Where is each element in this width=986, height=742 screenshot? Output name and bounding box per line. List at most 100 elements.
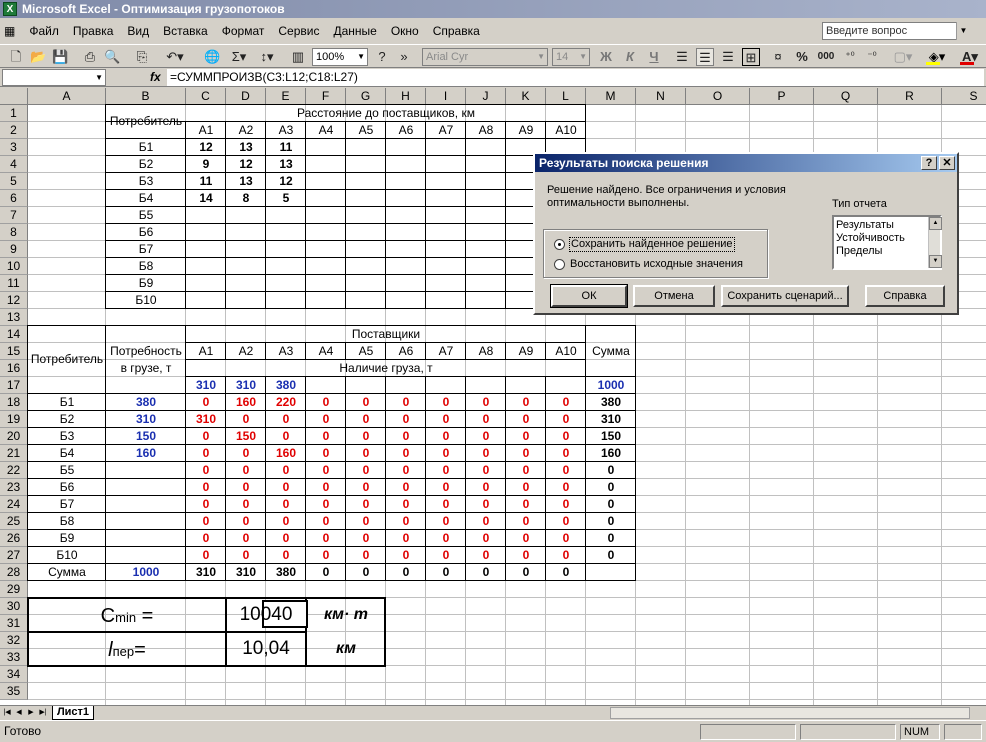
plan-value[interactable]: 0 xyxy=(466,513,506,530)
plan-value[interactable]: 0 xyxy=(506,513,546,530)
distance-value[interactable]: 11 xyxy=(266,139,306,156)
report-item-sensitivity[interactable]: Устойчивость xyxy=(836,232,940,245)
menu-file[interactable]: Файл xyxy=(22,21,66,41)
plan-value[interactable]: 0 xyxy=(266,479,306,496)
plan-value[interactable]: 0 xyxy=(346,394,386,411)
column-header[interactable]: A xyxy=(28,88,106,105)
name-box[interactable]: ▼ xyxy=(2,69,106,86)
column-header[interactable]: K xyxy=(506,88,546,105)
open-icon[interactable]: 📂 xyxy=(30,48,46,66)
align-right-icon[interactable]: ☰ xyxy=(720,48,736,66)
report-item-limits[interactable]: Пределы xyxy=(836,245,940,258)
plan-value[interactable]: 0 xyxy=(346,411,386,428)
copy-icon[interactable]: ⎘ xyxy=(134,48,150,66)
plan-value[interactable]: 0 xyxy=(426,547,466,564)
save-scenario-button[interactable]: Сохранить сценарий... xyxy=(721,285,849,307)
menu-window[interactable]: Окно xyxy=(384,21,426,41)
undo-icon[interactable]: ↶▾ xyxy=(164,48,186,66)
plan-value[interactable]: 0 xyxy=(346,513,386,530)
row-header[interactable]: 27 xyxy=(0,547,28,564)
row-header[interactable]: 12 xyxy=(0,292,28,309)
report-list-scrollbar[interactable] xyxy=(928,217,942,268)
row-header[interactable]: 2 xyxy=(0,122,28,139)
distance-value[interactable]: 12 xyxy=(226,156,266,173)
plan-value[interactable]: 0 xyxy=(466,394,506,411)
plan-value[interactable]: 0 xyxy=(386,547,426,564)
plan-value[interactable]: 0 xyxy=(506,428,546,445)
plan-value[interactable]: 0 xyxy=(386,530,426,547)
column-header[interactable]: O xyxy=(686,88,750,105)
column-header[interactable]: M xyxy=(586,88,636,105)
autosum-icon[interactable]: Σ▾ xyxy=(228,48,250,66)
row-sum[interactable]: 0 xyxy=(586,479,636,496)
row-header[interactable]: 17 xyxy=(0,377,28,394)
restore-values-radio[interactable] xyxy=(554,259,565,270)
new-icon[interactable]: 🗋 xyxy=(8,48,24,66)
plan-value[interactable]: 0 xyxy=(466,496,506,513)
plan-value[interactable]: 0 xyxy=(386,445,426,462)
merge-center-icon[interactable]: ⊞ xyxy=(742,48,760,66)
row-header[interactable]: 14 xyxy=(0,326,28,343)
plan-value[interactable]: 0 xyxy=(346,445,386,462)
plan-value[interactable]: 0 xyxy=(426,479,466,496)
plan-value[interactable]: 0 xyxy=(546,394,586,411)
plan-value[interactable]: 0 xyxy=(226,530,266,547)
availability-value[interactable]: 310 xyxy=(186,377,226,394)
plan-value[interactable]: 0 xyxy=(226,547,266,564)
toolbar-options-icon[interactable]: » xyxy=(398,48,410,66)
plan-value[interactable]: 0 xyxy=(346,462,386,479)
column-sum[interactable]: 0 xyxy=(466,564,506,581)
distance-value[interactable]: 13 xyxy=(226,139,266,156)
distance-value[interactable]: 12 xyxy=(186,139,226,156)
row-header[interactable]: 10 xyxy=(0,258,28,275)
need-value[interactable]: 380 xyxy=(106,394,186,411)
menu-edit[interactable]: Правка xyxy=(66,21,121,41)
column-sum[interactable]: 310 xyxy=(186,564,226,581)
align-center-icon[interactable]: ☰ xyxy=(696,48,714,66)
plan-value[interactable]: 0 xyxy=(186,428,226,445)
plan-value[interactable]: 0 xyxy=(306,530,346,547)
menu-help[interactable]: Справка xyxy=(426,21,487,41)
column-sum[interactable]: 0 xyxy=(506,564,546,581)
column-sum[interactable]: 0 xyxy=(306,564,346,581)
plan-value[interactable]: 0 xyxy=(386,496,426,513)
row-header[interactable]: 9 xyxy=(0,241,28,258)
plan-value[interactable]: 0 xyxy=(466,462,506,479)
column-header[interactable]: S xyxy=(942,88,986,105)
row-header[interactable]: 20 xyxy=(0,428,28,445)
lper-value[interactable]: 10,04 xyxy=(226,638,306,660)
keep-solution-radio[interactable] xyxy=(554,239,565,250)
currency-icon[interactable]: ¤ xyxy=(770,48,786,66)
plan-value[interactable]: 0 xyxy=(306,547,346,564)
row-header[interactable]: 23 xyxy=(0,479,28,496)
fx-icon[interactable]: fx xyxy=(150,69,161,86)
keep-solution-label[interactable]: Сохранить найденное решение xyxy=(569,237,735,252)
plan-value[interactable]: 0 xyxy=(426,411,466,428)
distance-value[interactable]: 5 xyxy=(266,190,306,207)
bold-button[interactable]: Ж xyxy=(598,48,614,66)
print-icon[interactable]: ⎙ xyxy=(82,48,98,66)
plan-value[interactable]: 0 xyxy=(546,547,586,564)
plan-value[interactable]: 0 xyxy=(506,547,546,564)
plan-value[interactable]: 0 xyxy=(306,496,346,513)
row-header[interactable]: 3 xyxy=(0,139,28,156)
plan-value[interactable]: 0 xyxy=(506,479,546,496)
plan-value[interactable]: 0 xyxy=(426,462,466,479)
column-sum[interactable]: 0 xyxy=(426,564,466,581)
cmin-value[interactable]: 10040 xyxy=(226,604,306,626)
distance-value[interactable]: 12 xyxy=(266,173,306,190)
row-header[interactable]: 15 xyxy=(0,343,28,360)
plan-value[interactable]: 0 xyxy=(186,530,226,547)
row-sum[interactable]: 0 xyxy=(586,496,636,513)
plan-value[interactable]: 160 xyxy=(266,445,306,462)
horizontal-scrollbar[interactable] xyxy=(610,707,970,719)
plan-value[interactable]: 0 xyxy=(186,462,226,479)
plan-value[interactable]: 0 xyxy=(546,530,586,547)
plan-value[interactable]: 0 xyxy=(306,428,346,445)
underline-button[interactable]: Ч xyxy=(646,48,662,66)
need-value[interactable]: 310 xyxy=(106,411,186,428)
plan-value[interactable]: 0 xyxy=(346,530,386,547)
row-header[interactable]: 1 xyxy=(0,105,28,122)
plan-value[interactable]: 0 xyxy=(466,411,506,428)
menu-data[interactable]: Данные xyxy=(326,21,383,41)
